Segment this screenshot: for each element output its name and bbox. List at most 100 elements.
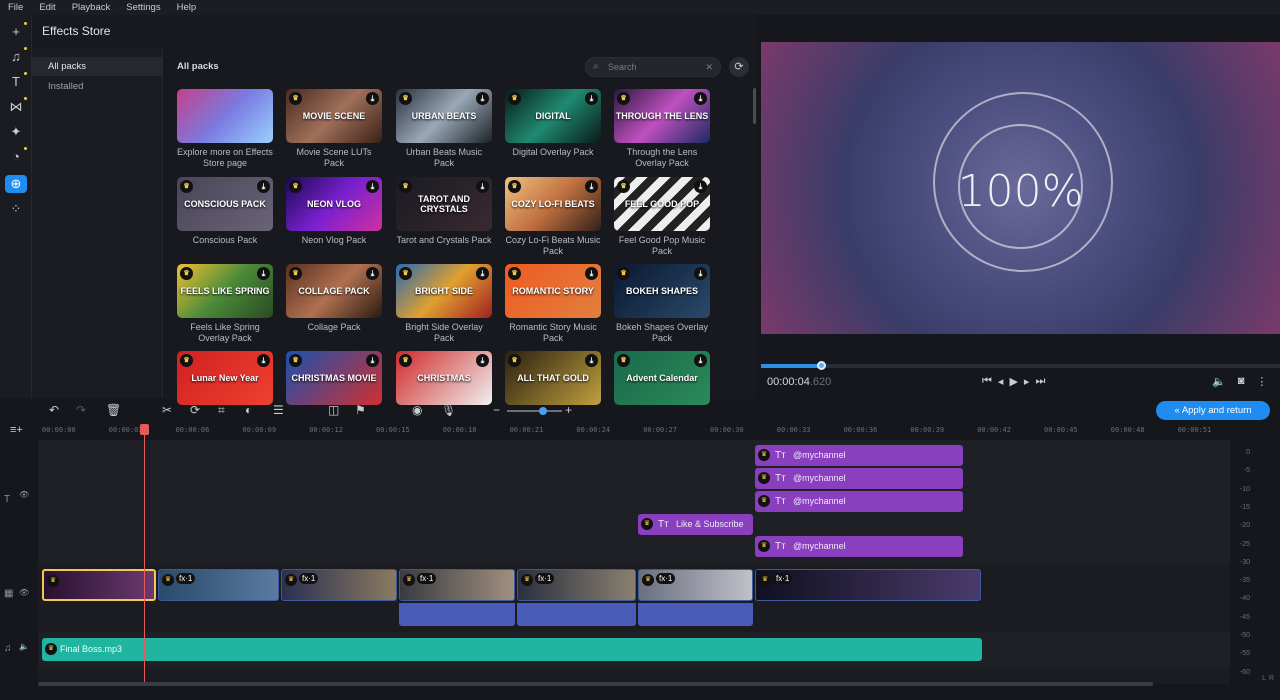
pack-thumbnail[interactable]: ♛ ⤓ Lunar New Year	[177, 351, 273, 405]
text-clip[interactable]: ♛ Tт Like & Subscribe	[638, 514, 753, 535]
text-clip[interactable]: ♛ Tт @mychannel	[755, 468, 963, 489]
play-icon[interactable]: ▶	[1009, 375, 1017, 388]
menu-settings[interactable]: Settings	[118, 0, 168, 15]
clear-icon[interactable]: ✕	[705, 58, 713, 76]
microphone-icon[interactable]: 🎙	[441, 403, 456, 417]
download-icon[interactable]: ⤓	[585, 92, 598, 105]
pack-thumbnail[interactable]: ♛ ⤓ TAROT AND CRYSTALS	[396, 177, 492, 231]
pack-thumbnail[interactable]: ♛ ⤓ CHRISTMAS MOVIE	[286, 351, 382, 405]
pack-card[interactable]: ♛ ⤓ URBAN BEATS Urban Beats Music Pack	[396, 89, 492, 169]
video-clip[interactable]: ♛ fx·1	[638, 569, 753, 601]
color-icon[interactable]: ◐	[245, 403, 252, 417]
pack-thumbnail[interactable]: ♛ ⤓ DIGITAL	[505, 89, 601, 143]
pack-card[interactable]: ♛ ⤓ Lunar New Year	[177, 351, 273, 409]
download-icon[interactable]: ⤓	[694, 92, 707, 105]
timeline-scrollbar[interactable]	[38, 682, 1153, 686]
marker-icon[interactable]: ⚑	[355, 403, 366, 417]
text-clip[interactable]: ♛ Tт @mychannel	[755, 445, 963, 466]
apply-and-return-button[interactable]: « Apply and return	[1156, 401, 1270, 420]
download-icon[interactable]: ⤓	[476, 180, 489, 193]
pack-thumbnail[interactable]: ♛ ⤓ CHRISTMAS	[396, 351, 492, 405]
pack-card[interactable]: ♛ ⤓ FEELS LIKE SPRING Feels Like Spring Ove…	[177, 264, 273, 344]
pack-card[interactable]: Explore more on Effects Store page	[177, 89, 273, 169]
pack-thumbnail[interactable]: ♛ ⤓ NEON VLOG	[286, 177, 382, 231]
download-icon[interactable]: ⤓	[257, 267, 270, 280]
pack-card[interactable]: ♛ ⤓ FEEL GOOD POP Feel Good Pop Music Pack	[614, 177, 710, 257]
pack-card[interactable]: ♛ ⤓ COZY LO-FI BEATS Cozy Lo-Fi Beats Music…	[505, 177, 601, 257]
menu-playback[interactable]: Playback	[64, 0, 119, 15]
playhead[interactable]	[140, 424, 149, 682]
clip-audio[interactable]	[517, 603, 636, 626]
download-icon[interactable]: ⤓	[585, 354, 598, 367]
pack-thumbnail[interactable]: ♛ ⤓ CONSCIOUS PACK	[177, 177, 273, 231]
zoom-in-icon[interactable]: +	[565, 403, 572, 417]
pack-card[interactable]: ♛ ⤓ COLLAGE PACK Collage Pack	[286, 264, 382, 333]
download-icon[interactable]: ⤓	[366, 267, 379, 280]
download-icon[interactable]: ⤓	[694, 354, 707, 367]
download-icon[interactable]: ⤓	[585, 267, 598, 280]
undo-icon[interactable]: ↶	[49, 403, 59, 417]
search-input[interactable]: ⌕ Search ✕	[585, 57, 721, 77]
volume-icon[interactable]: 🔈	[1212, 375, 1226, 388]
text-clip[interactable]: ♛ Tт @mychannel	[755, 536, 963, 557]
download-icon[interactable]: ⤓	[476, 92, 489, 105]
pack-thumbnail[interactable]: ♛ ⤓ THROUGH THE LENS	[614, 89, 710, 143]
clip-audio[interactable]	[638, 603, 753, 626]
timeline-ruler[interactable]: 00:00:00 00:00:03 00:00:06 00:00:09 00:00:12…	[38, 424, 1230, 438]
pack-card[interactable]: ♛ ⤓ THROUGH THE LENS Through the Lens Overl…	[614, 89, 710, 169]
delete-icon[interactable]: 🗑	[106, 403, 121, 417]
zoom-slider[interactable]	[507, 407, 562, 415]
menu-file[interactable]: File	[0, 0, 31, 15]
pack-card[interactable]: ♛ ⤓ DIGITAL Digital Overlay Pack	[505, 89, 601, 158]
download-icon[interactable]: ⤓	[476, 267, 489, 280]
progress-knob[interactable]	[816, 361, 826, 370]
pack-card[interactable]: ♛ ⤓ Advent Calendar	[614, 351, 710, 409]
pack-card[interactable]: ♛ ⤓ MOVIE SCENE Movie Scene LUTs Pack	[286, 89, 382, 169]
pack-thumbnail[interactable]: ♛ ⤓ FEELS LIKE SPRING	[177, 264, 273, 318]
scrollbar[interactable]	[753, 88, 756, 124]
pack-card[interactable]: ♛ ⤓ BOKEH SHAPES Bokeh Shapes Overlay Pack	[614, 264, 710, 344]
download-icon[interactable]: ⤓	[366, 180, 379, 193]
mute-icon[interactable]: 🔈	[19, 642, 29, 651]
video-clip[interactable]: ♛ fx·1	[399, 569, 515, 601]
download-icon[interactable]: ⤓	[694, 180, 707, 193]
snapshot-icon[interactable]: ◙	[1238, 375, 1245, 388]
video-clip[interactable]: ♛ fx·1	[517, 569, 636, 601]
text-clip[interactable]: ♛ Tт @mychannel	[755, 491, 963, 512]
pack-card[interactable]: ♛ ⤓ CHRISTMAS	[396, 351, 492, 409]
pack-card[interactable]: ♛ ⤓ CONSCIOUS PACK Conscious Pack	[177, 177, 273, 246]
webcam-icon[interactable]: ◉	[412, 403, 422, 417]
download-icon[interactable]: ⤓	[585, 180, 598, 193]
adjust-icon[interactable]: ☰	[273, 403, 284, 417]
text-icon[interactable]: T	[5, 72, 27, 91]
crop-icon[interactable]: ⌗	[218, 403, 225, 418]
skip-end-icon[interactable]: ⏭	[1035, 375, 1045, 388]
pack-card[interactable]: ♛ ⤓ TAROT AND CRYSTALS Tarot and Crystals P…	[396, 177, 492, 246]
pack-thumbnail[interactable]: ♛ ⤓ FEEL GOOD POP	[614, 177, 710, 231]
sidebar-item-installed[interactable]: Installed	[32, 77, 163, 96]
download-icon[interactable]: ⤓	[366, 92, 379, 105]
playback-progress[interactable]	[761, 361, 1280, 370]
effects-icon[interactable]: ✦	[5, 123, 27, 141]
video-clip[interactable]: ♛ fx·1	[158, 569, 279, 601]
pack-thumbnail[interactable]: ♛ ⤓ COLLAGE PACK	[286, 264, 382, 318]
download-icon[interactable]: ⤓	[694, 267, 707, 280]
add-track-icon[interactable]: ≡+	[10, 424, 23, 436]
skip-start-icon[interactable]: ⏮	[982, 375, 992, 388]
pack-thumbnail[interactable]: ♛ ⤓ URBAN BEATS	[396, 89, 492, 143]
pack-card[interactable]: ♛ ⤓ ROMANTIC STORY Romantic Story Music Pac…	[505, 264, 601, 344]
pack-thumbnail[interactable]: ♛ ⤓ BOKEH SHAPES	[614, 264, 710, 318]
pack-thumbnail[interactable]: ♛ ⤓ ALL THAT GOLD	[505, 351, 601, 405]
pack-thumbnail[interactable]: ♛ ⤓ Advent Calendar	[614, 351, 710, 405]
menu-help[interactable]: Help	[169, 0, 205, 15]
next-frame-icon[interactable]: ▸	[1024, 375, 1030, 388]
zoom-knob[interactable]	[539, 407, 547, 415]
download-icon[interactable]: ⤓	[257, 354, 270, 367]
music-icon[interactable]: ♫	[5, 47, 27, 66]
video-clip[interactable]: ♛ fx·1	[281, 569, 397, 601]
pack-thumbnail[interactable]: ♛ ⤓ MOVIE SCENE	[286, 89, 382, 143]
clip-audio[interactable]	[399, 603, 515, 626]
plus-icon[interactable]: +	[5, 22, 27, 41]
download-icon[interactable]: ⤓	[257, 180, 270, 193]
pack-card[interactable]: ♛ ⤓ BRIGHT SIDE Bright Side Overlay Pack	[396, 264, 492, 344]
